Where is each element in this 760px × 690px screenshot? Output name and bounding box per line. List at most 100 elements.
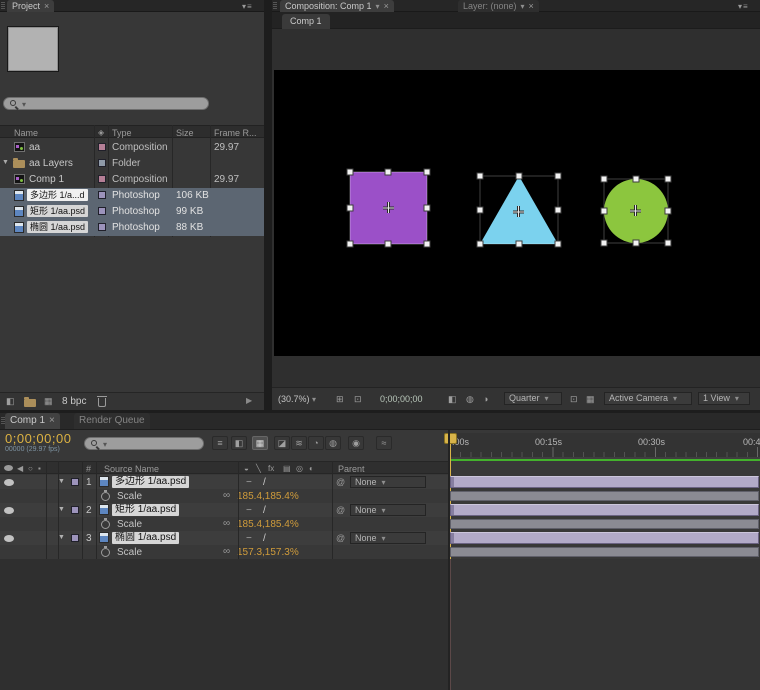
- live-update-icon[interactable]: ▦: [252, 436, 268, 450]
- table-row[interactable]: aa Composition 29.97: [0, 140, 264, 156]
- color-depth-label[interactable]: 8 bpc: [62, 396, 86, 407]
- camera-dropdown[interactable]: Active Camera▾: [604, 392, 692, 405]
- table-row[interactable]: 多边形 1/a...d Photoshop 106 KB: [0, 188, 264, 204]
- property-value[interactable]: 185.4,185.4%: [237, 491, 299, 502]
- solo-column-icon[interactable]: ○: [28, 464, 33, 473]
- property-value[interactable]: 157.3,157.3%: [237, 547, 299, 558]
- label-color-column-icon[interactable]: ◈: [98, 128, 104, 137]
- layer-row[interactable]: ▼ 1 多边形 1/aa.psd − / @ None▾: [0, 475, 760, 489]
- motion-blur-icon[interactable]: ◔: [308, 436, 324, 450]
- show-channel-icon[interactable]: ◑: [483, 394, 488, 404]
- current-time-indicator-handle[interactable]: [444, 433, 457, 444]
- motion-blur-column-icon[interactable]: ◎: [296, 464, 303, 473]
- lock-column-icon[interactable]: ▪: [38, 464, 41, 473]
- column-source-name[interactable]: Source Name: [104, 464, 159, 474]
- property-name[interactable]: Scale: [117, 491, 142, 502]
- column-divider[interactable]: [96, 461, 97, 559]
- frame-blend-column-icon[interactable]: ▤: [283, 464, 291, 473]
- panel-menu-icon[interactable]: ▾≡: [738, 2, 749, 11]
- parent-pickwhip-icon[interactable]: @: [336, 533, 345, 543]
- label-color-chip[interactable]: [71, 506, 79, 514]
- close-icon[interactable]: ×: [44, 1, 49, 11]
- effects-column-icon[interactable]: fx: [268, 464, 274, 473]
- brainstorm-icon[interactable]: ◍: [325, 436, 341, 450]
- link-icon[interactable]: ∞: [223, 546, 230, 557]
- parent-pickwhip-icon[interactable]: @: [336, 505, 345, 515]
- label-color-chip[interactable]: [71, 534, 79, 542]
- parent-dropdown[interactable]: None▾: [350, 476, 426, 488]
- tab-render-queue[interactable]: Render Queue: [74, 413, 150, 429]
- stopwatch-icon[interactable]: [101, 548, 110, 557]
- panel-menu-icon[interactable]: ▾≡: [242, 2, 253, 11]
- project-search-input[interactable]: ▾: [3, 97, 209, 110]
- eye-icon[interactable]: [4, 507, 14, 514]
- auto-keyframe-icon[interactable]: ◉: [348, 436, 364, 450]
- show-snapshot-icon[interactable]: ◍: [466, 394, 474, 405]
- new-composition-icon[interactable]: ▦: [44, 396, 53, 407]
- label-color-chip[interactable]: [98, 223, 106, 231]
- switches-column-icon[interactable]: ◒: [244, 464, 249, 473]
- transparency-grid-icon[interactable]: ▦: [586, 394, 595, 405]
- parent-dropdown[interactable]: None▾: [350, 532, 426, 544]
- shy-layers-icon[interactable]: ◪: [274, 436, 290, 450]
- snapshot-icon[interactable]: ◧: [448, 394, 457, 405]
- table-row[interactable]: 椭圆 1/aa.psd Photoshop 88 KB: [0, 220, 264, 236]
- magnification-dropdown[interactable]: (30.7%) ▾: [278, 394, 316, 404]
- twirl-arrow-icon[interactable]: ▼: [58, 506, 65, 513]
- timeline-search-input[interactable]: ▾: [84, 437, 204, 450]
- layer-row[interactable]: ▼ 3 椭圆 1/aa.psd − / @ None▾: [0, 531, 760, 545]
- layer-duration-bar[interactable]: [450, 476, 759, 488]
- mask-visibility-icon[interactable]: ⊡: [354, 394, 362, 405]
- column-divider[interactable]: [332, 461, 333, 559]
- property-row[interactable]: Scale ∞ 185.4,185.4%: [0, 489, 760, 503]
- quality-column-icon[interactable]: ╲: [256, 464, 261, 473]
- timeline-empty-right[interactable]: [451, 559, 760, 690]
- region-of-interest-icon[interactable]: ⊡: [570, 394, 578, 405]
- composition-view[interactable]: [274, 70, 760, 356]
- table-row[interactable]: 矩形 1/aa.psd Photoshop 99 KB: [0, 204, 264, 220]
- project-table-header[interactable]: Name ◈ Type Size Frame R...: [0, 125, 264, 138]
- property-name[interactable]: Scale: [117, 547, 142, 558]
- column-divider[interactable]: [238, 461, 239, 559]
- trash-icon[interactable]: [98, 398, 106, 407]
- label-color-chip[interactable]: [98, 191, 106, 199]
- column-size[interactable]: Size: [176, 128, 194, 138]
- property-value[interactable]: 185.4,185.4%: [237, 519, 299, 530]
- new-folder-icon[interactable]: [24, 399, 36, 407]
- column-divider[interactable]: [46, 461, 47, 559]
- layer-row[interactable]: ▼ 2 矩形 1/aa.psd − / @ None▾: [0, 503, 760, 517]
- layer-name[interactable]: 椭圆 1/aa.psd: [112, 532, 179, 544]
- viewer-timecode[interactable]: 0;00;00;00: [380, 394, 423, 404]
- quality-switch[interactable]: −: [246, 505, 252, 516]
- expand-arrow-icon[interactable]: ▼: [2, 159, 9, 166]
- audio-column-icon[interactable]: ◀: [17, 464, 23, 473]
- quality-switch[interactable]: −: [246, 533, 252, 544]
- column-divider[interactable]: [58, 461, 59, 559]
- close-icon[interactable]: ×: [529, 1, 534, 11]
- twirl-arrow-icon[interactable]: ▼: [58, 478, 65, 485]
- panel-splitter[interactable]: [448, 430, 450, 690]
- quality-best-switch[interactable]: /: [263, 477, 266, 488]
- label-color-chip[interactable]: [98, 159, 106, 167]
- property-name[interactable]: Scale: [117, 519, 142, 530]
- eye-icon[interactable]: [4, 535, 14, 542]
- comp-viewer-tab[interactable]: Comp 1: [282, 14, 330, 29]
- link-icon[interactable]: ∞: [223, 490, 230, 501]
- panel-grip[interactable]: [273, 2, 277, 10]
- quality-best-switch[interactable]: /: [263, 505, 266, 516]
- column-frame-rate[interactable]: Frame R...: [214, 128, 257, 138]
- tab-timeline-comp[interactable]: Comp 1×: [5, 413, 60, 429]
- scroll-right-icon[interactable]: ▶: [246, 396, 252, 405]
- label-color-chip[interactable]: [71, 478, 79, 486]
- layer-duration-bar[interactable]: [450, 504, 759, 516]
- view-layout-dropdown[interactable]: 1 View▾: [698, 392, 750, 405]
- grid-guides-icon[interactable]: ⊞: [336, 394, 344, 405]
- table-row[interactable]: ▼ aa Layers Folder: [0, 156, 264, 172]
- parent-pickwhip-icon[interactable]: @: [336, 477, 345, 487]
- column-parent[interactable]: Parent: [338, 464, 365, 474]
- video-column-icon[interactable]: [4, 465, 13, 471]
- draft-3d-icon[interactable]: ◧: [231, 436, 247, 450]
- quality-best-switch[interactable]: /: [263, 533, 266, 544]
- property-row[interactable]: Scale ∞ 157.3,157.3%: [0, 545, 760, 559]
- graph-editor-icon[interactable]: ≈: [376, 436, 392, 450]
